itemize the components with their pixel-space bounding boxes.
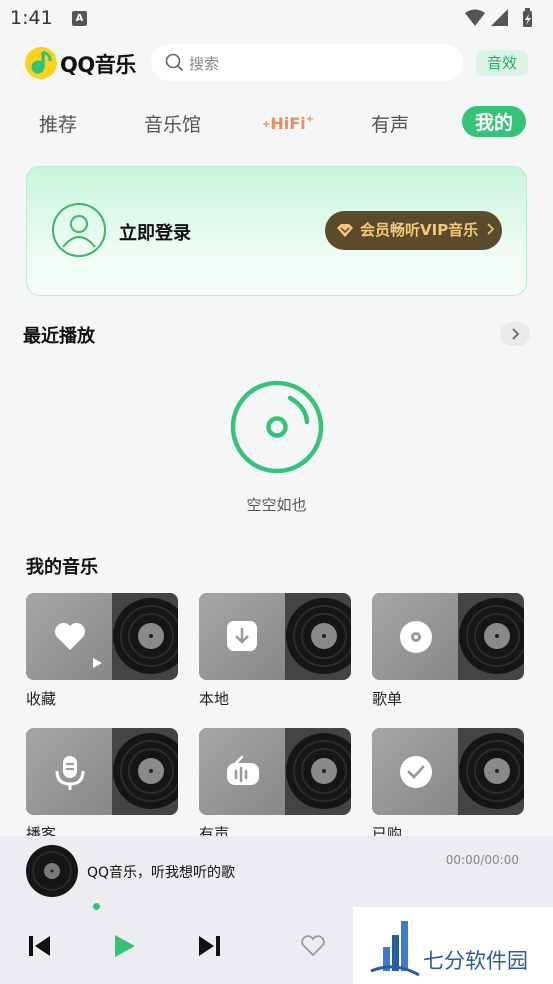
- playback-time: 00:00/00:00: [445, 853, 519, 867]
- tab-music-hall[interactable]: 音乐馆: [144, 110, 201, 137]
- tab-mine[interactable]: 我的: [462, 106, 527, 137]
- play-icon[interactable]: [113, 934, 137, 958]
- heart-icon[interactable]: [300, 935, 326, 957]
- vip-button[interactable]: 会员畅听VIP音乐: [325, 211, 502, 250]
- watermark-text: 七分软件园: [423, 949, 528, 973]
- heart-icon: [54, 622, 86, 650]
- podcast-tile[interactable]: [26, 728, 178, 815]
- search-bar[interactable]: 搜索: [151, 44, 463, 81]
- previous-icon[interactable]: [28, 935, 52, 957]
- vinyl-icon: [459, 733, 524, 809]
- tab-recommend[interactable]: 推荐: [39, 110, 77, 137]
- signal-icon: [491, 9, 508, 26]
- next-icon[interactable]: [197, 935, 221, 957]
- vinyl-icon: [113, 598, 178, 674]
- user-icon: [62, 215, 96, 248]
- purchased-tile[interactable]: [372, 728, 524, 815]
- now-playing-disc-icon[interactable]: [26, 845, 78, 897]
- local-tile[interactable]: [199, 593, 351, 680]
- status-icons: [465, 8, 532, 27]
- disc-icon: [400, 621, 432, 653]
- check-icon: [400, 756, 432, 788]
- login-label[interactable]: 立即登录: [119, 219, 191, 245]
- tile-cover: [199, 593, 351, 680]
- search-icon: [165, 53, 183, 71]
- chevron-right-icon: [512, 328, 520, 340]
- notification-app-icon: A: [72, 11, 87, 26]
- vip-label: 会员畅听VIP音乐: [360, 221, 479, 239]
- recent-more-button[interactable]: [500, 322, 530, 346]
- hifi-plus-icon: +: [305, 114, 315, 125]
- tile-cover: [372, 728, 524, 815]
- audiobook-tile[interactable]: [199, 728, 351, 815]
- vinyl-icon: [286, 598, 351, 674]
- vinyl-icon: [459, 598, 524, 674]
- logo-text: QQ音乐: [60, 53, 136, 77]
- recent-title: 最近播放: [23, 326, 95, 347]
- watermark: 七分软件园: [353, 907, 553, 984]
- tile-cover: [372, 593, 524, 680]
- chevron-right-icon: [487, 223, 495, 235]
- top-tabs: 推荐 音乐馆 +HiFi+ 有声 我的: [0, 104, 553, 144]
- status-time: 1:41: [10, 7, 53, 29]
- app-header: QQ音乐 搜索 音效: [0, 40, 553, 86]
- status-bar: 1:41 A: [0, 0, 553, 36]
- favorites-label: 收藏: [26, 690, 57, 708]
- vinyl-icon: [113, 733, 178, 809]
- microphone-icon: [55, 756, 85, 790]
- qq-music-logo-icon[interactable]: [24, 46, 58, 80]
- play-icon: [93, 658, 102, 668]
- my-music-title: 我的音乐: [26, 557, 98, 578]
- local-label: 本地: [199, 690, 230, 708]
- playlist-label: 歌单: [372, 690, 403, 708]
- tab-hifi-label: HiFi: [270, 114, 306, 133]
- tile-cover: [26, 728, 178, 815]
- tab-audio[interactable]: 有声: [371, 110, 409, 137]
- favorites-tile[interactable]: [26, 593, 178, 680]
- download-icon: [227, 621, 257, 651]
- tile-cover: [199, 728, 351, 815]
- search-placeholder: 搜索: [189, 55, 220, 73]
- wifi-icon: [465, 9, 485, 26]
- radio-icon: [227, 755, 259, 785]
- empty-disc-icon: [230, 380, 324, 474]
- now-playing-title[interactable]: QQ音乐，听我想听的歌: [87, 862, 235, 882]
- watermark-logo-icon: [370, 921, 420, 977]
- playlist-tile[interactable]: [372, 593, 524, 680]
- login-card[interactable]: 立即登录 会员畅听VIP音乐: [26, 166, 527, 296]
- empty-state-text: 空空如也: [246, 496, 307, 514]
- avatar[interactable]: [52, 203, 106, 257]
- tab-hifi[interactable]: +HiFi+: [262, 114, 314, 133]
- sound-effects-button[interactable]: 音效: [476, 50, 528, 76]
- diamond-icon: [337, 224, 353, 237]
- vinyl-icon: [286, 733, 351, 809]
- progress-indicator[interactable]: [93, 903, 100, 910]
